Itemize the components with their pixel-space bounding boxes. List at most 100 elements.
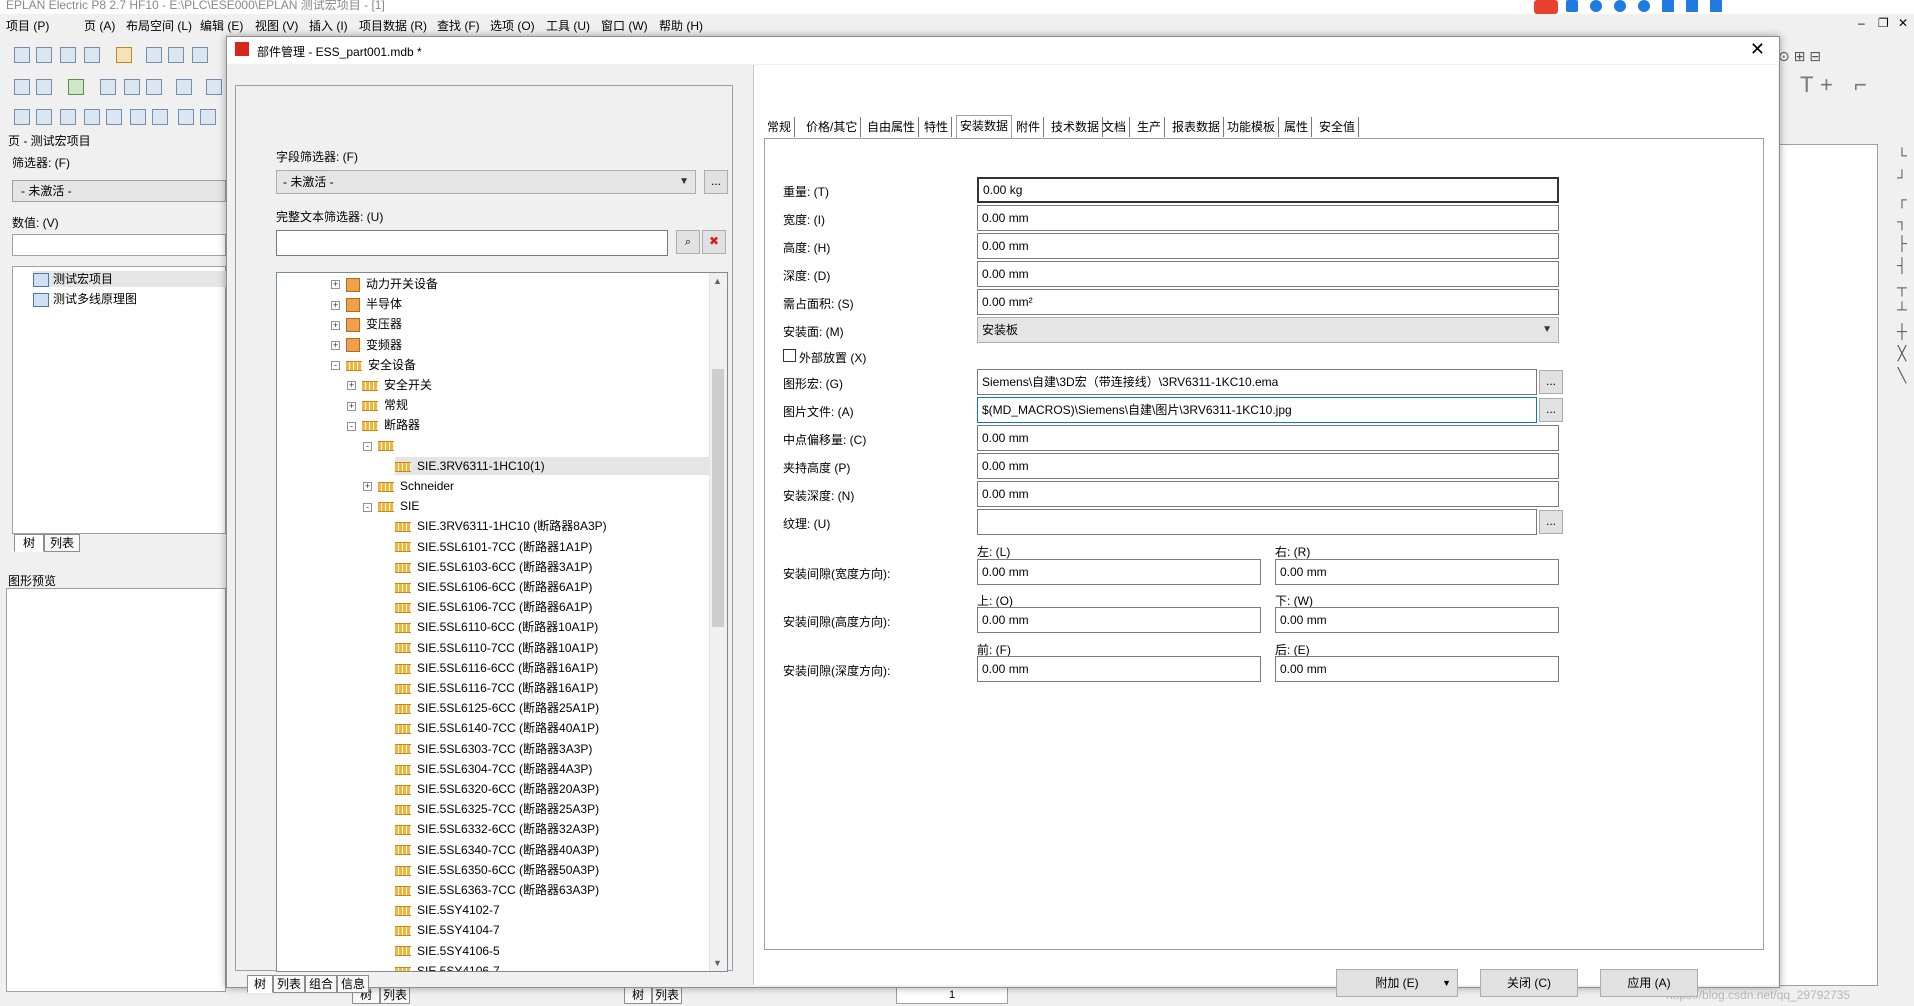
expand-icon[interactable]: + — [363, 482, 372, 492]
graphic-macro-browse-button[interactable]: ... — [1539, 370, 1563, 394]
copy-icon[interactable] — [168, 47, 184, 63]
menu-edit[interactable]: 编辑 (E) — [200, 17, 243, 34]
fulltext-filter-input[interactable] — [276, 230, 668, 256]
symbol-icon-3[interactable]: ┌ — [1890, 188, 1914, 210]
numbering2-icon[interactable] — [124, 79, 140, 95]
grid-icon[interactable] — [14, 109, 30, 125]
tab-9[interactable]: 报表数据 — [1169, 117, 1225, 137]
corner-tool-icon[interactable]: ⌐ — [1854, 72, 1867, 98]
tree-node[interactable]: SIE.5SL6101-7CC (断路器1A1P) — [395, 538, 592, 556]
menu-help[interactable]: 帮助 (H) — [659, 17, 703, 34]
tree-node[interactable]: + Schneider — [363, 477, 454, 495]
tree-node[interactable]: SIE.5SL6103-6CC (断路器3A1P) — [395, 558, 592, 576]
tab-8[interactable]: 生产 — [1134, 117, 1166, 137]
tree-node[interactable]: SIE.5SY4104-7 — [395, 921, 500, 939]
new-project-icon[interactable] — [14, 47, 30, 63]
tree-node[interactable]: SIE.5SL6325-7CC (断路器25A3P) — [395, 800, 599, 818]
expand-icon[interactable]: + — [331, 280, 340, 290]
tree-icon[interactable] — [152, 109, 168, 125]
close-icon[interactable]: ✕ — [1898, 16, 1908, 30]
tree-node[interactable]: SIE.5SL6125-6CC (断路器25A1P) — [395, 699, 599, 717]
tree-item-project[interactable]: 测试宏项目 — [33, 271, 227, 287]
paste-icon[interactable] — [192, 47, 208, 63]
tab-7[interactable]: 文档 — [1099, 117, 1131, 137]
bar-icon[interactable] — [200, 109, 216, 125]
height-input[interactable]: 0.00 mm — [977, 233, 1559, 259]
tree-node[interactable]: + 常规 — [347, 396, 408, 414]
symbol-icon-1[interactable]: └ — [1890, 144, 1914, 166]
numbering3-icon[interactable] — [146, 79, 162, 95]
menu-project-data[interactable]: 项目数据 (R) — [359, 17, 427, 34]
tab-4[interactable]: 安装数据 — [956, 115, 1013, 139]
tree-scroll-thumb[interactable] — [712, 369, 724, 627]
tab-0[interactable]: 常规 — [764, 117, 796, 137]
tree-node[interactable]: SIE.5SL6116-6CC (断路器16A1P) — [395, 659, 598, 677]
expand-icon[interactable]: + — [331, 340, 340, 350]
tree-node[interactable]: SIE.5SL6340-7CC (断路器40A3P) — [395, 841, 599, 859]
clamp-height-input[interactable]: 0.00 mm — [977, 453, 1559, 479]
menu-layout[interactable]: 布局空间 (L) — [126, 17, 192, 34]
mount-depth-input[interactable]: 0.00 mm — [977, 481, 1559, 507]
expand-icon[interactable]: + — [331, 300, 340, 310]
weight-input[interactable]: 0.00 kg — [977, 177, 1559, 203]
clearance-right-input[interactable]: 0.00 mm — [1275, 559, 1559, 585]
column-icon[interactable] — [84, 109, 100, 125]
symbol-icon-9[interactable]: ┼ — [1890, 320, 1914, 342]
mount-surface-combo[interactable]: 安装板 ▼ — [977, 317, 1559, 343]
tab-5[interactable]: 附件 — [1013, 117, 1045, 137]
expand-icon[interactable]: + — [347, 401, 356, 411]
tree-node[interactable]: - 安全设备 — [331, 356, 416, 374]
symbol-icon-11[interactable]: ╲ — [1890, 364, 1914, 386]
tree-node[interactable]: - 断路器 — [347, 416, 420, 434]
symbol-icon-8[interactable]: ┴ — [1890, 298, 1914, 320]
symbol-icon-5[interactable]: ├ — [1890, 232, 1914, 254]
ime-emoji-icon[interactable] — [1614, 0, 1626, 12]
menu-window[interactable]: 窗口 (W) — [601, 17, 648, 34]
tab-10[interactable]: 功能模板 — [1224, 117, 1280, 137]
apply-button[interactable]: 应用 (A) — [1600, 969, 1698, 997]
frame-icon[interactable] — [178, 109, 194, 125]
ime-chinese-icon[interactable] — [1566, 0, 1578, 12]
scroll-down-icon[interactable]: ▼ — [713, 958, 722, 968]
tree-node[interactable]: + 变频器 — [331, 336, 402, 354]
area-input[interactable]: 0.00 mm² — [977, 289, 1559, 315]
collapse-icon[interactable]: - — [347, 421, 356, 431]
tab-12[interactable]: 安全值 — [1316, 117, 1360, 137]
tree-item-schematic[interactable]: 测试多线原理图 — [33, 291, 137, 307]
external-placement-checkbox[interactable] — [783, 349, 796, 362]
fulltext-search-button[interactable]: ⌕ — [676, 230, 700, 254]
tree-node[interactable]: SIE.5SL6110-6CC (断路器10A1P) — [395, 618, 598, 636]
expand-icon[interactable]: + — [347, 381, 356, 391]
depth-input[interactable]: 0.00 mm — [977, 261, 1559, 287]
value-input[interactable] — [12, 234, 226, 256]
collapse-icon[interactable]: - — [363, 502, 372, 512]
fulltext-clear-button[interactable]: ✖ — [702, 230, 726, 254]
table-icon[interactable] — [36, 109, 52, 125]
sync-icon[interactable] — [176, 79, 192, 95]
flag-icon[interactable] — [206, 79, 222, 95]
tab-11[interactable]: 属性 — [1281, 117, 1313, 137]
tree-node[interactable]: SIE.5SY4106-7 — [395, 962, 500, 971]
plus-tool-icon[interactable]: + — [1820, 72, 1833, 98]
tree-node[interactable]: SIE.5SL6140-7CC (断路器40A1P) — [395, 719, 599, 737]
list-icon[interactable] — [60, 109, 76, 125]
bottom-tab-tree-b[interactable]: 树 — [624, 986, 652, 1004]
tree-node[interactable]: SIE.5SL6106-7CC (断路器6A1P) — [395, 598, 592, 616]
symbol-icon-6[interactable]: ┤ — [1890, 254, 1914, 276]
eraser-icon[interactable] — [106, 109, 122, 125]
tree-node[interactable]: SIE.5SL6332-6CC (断路器32A3P) — [395, 820, 599, 838]
close-button[interactable]: 关闭 (C) — [1480, 969, 1578, 997]
tree-node[interactable]: SIE.5SY4102-7 — [395, 901, 500, 919]
tree-node[interactable]: - SIE — [363, 497, 419, 515]
menu-page[interactable]: 页 (A) — [84, 17, 115, 34]
tree-node[interactable]: SIE.5SL6106-6CC (断路器6A1P) — [395, 578, 592, 596]
minimize-icon[interactable]: – — [1858, 16, 1865, 30]
tree-node[interactable]: SIE.5SL6110-7CC (断路器10A1P) — [395, 639, 598, 657]
expand-icon[interactable]: + — [331, 320, 340, 330]
bottom-tab-list-b[interactable]: 列表 — [652, 986, 682, 1004]
ime-keyboard-icon[interactable] — [1662, 0, 1674, 12]
tree-node[interactable]: + 半导体 — [331, 295, 402, 313]
numbering-icon[interactable] — [100, 79, 116, 95]
width-input[interactable]: 0.00 mm — [977, 205, 1559, 231]
dialog-close-icon[interactable]: ✕ — [1750, 39, 1765, 60]
